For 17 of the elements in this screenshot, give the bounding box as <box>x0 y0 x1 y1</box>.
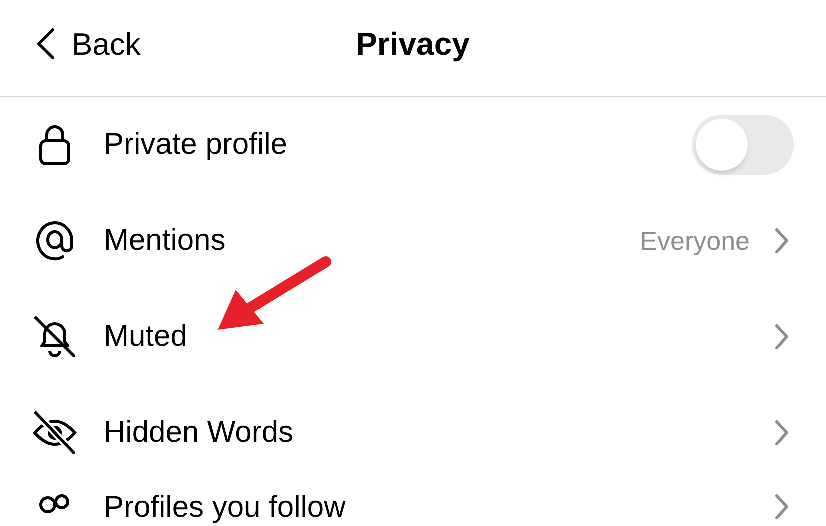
setting-label[interactable]: Mentions <box>104 226 640 256</box>
bell-off-icon <box>32 314 78 360</box>
chevron-right-icon <box>774 493 790 521</box>
page-title: Privacy <box>356 28 470 60</box>
lock-icon <box>38 124 72 166</box>
setting-label[interactable]: Muted <box>104 322 774 352</box>
chevron-right-icon <box>774 419 790 447</box>
eye-off-icon <box>31 410 79 456</box>
setting-label[interactable]: Profiles you follow <box>104 493 774 523</box>
chevron-right-icon <box>774 323 790 351</box>
setting-label[interactable]: Private profile <box>104 130 692 160</box>
setting-value: Everyone <box>640 224 750 258</box>
back-chevron-icon <box>36 28 56 60</box>
at-sign-icon <box>36 219 74 263</box>
setting-label[interactable]: Hidden Words <box>104 418 774 448</box>
chevron-right-icon <box>774 227 790 255</box>
back-button[interactable]: Back <box>36 28 141 60</box>
